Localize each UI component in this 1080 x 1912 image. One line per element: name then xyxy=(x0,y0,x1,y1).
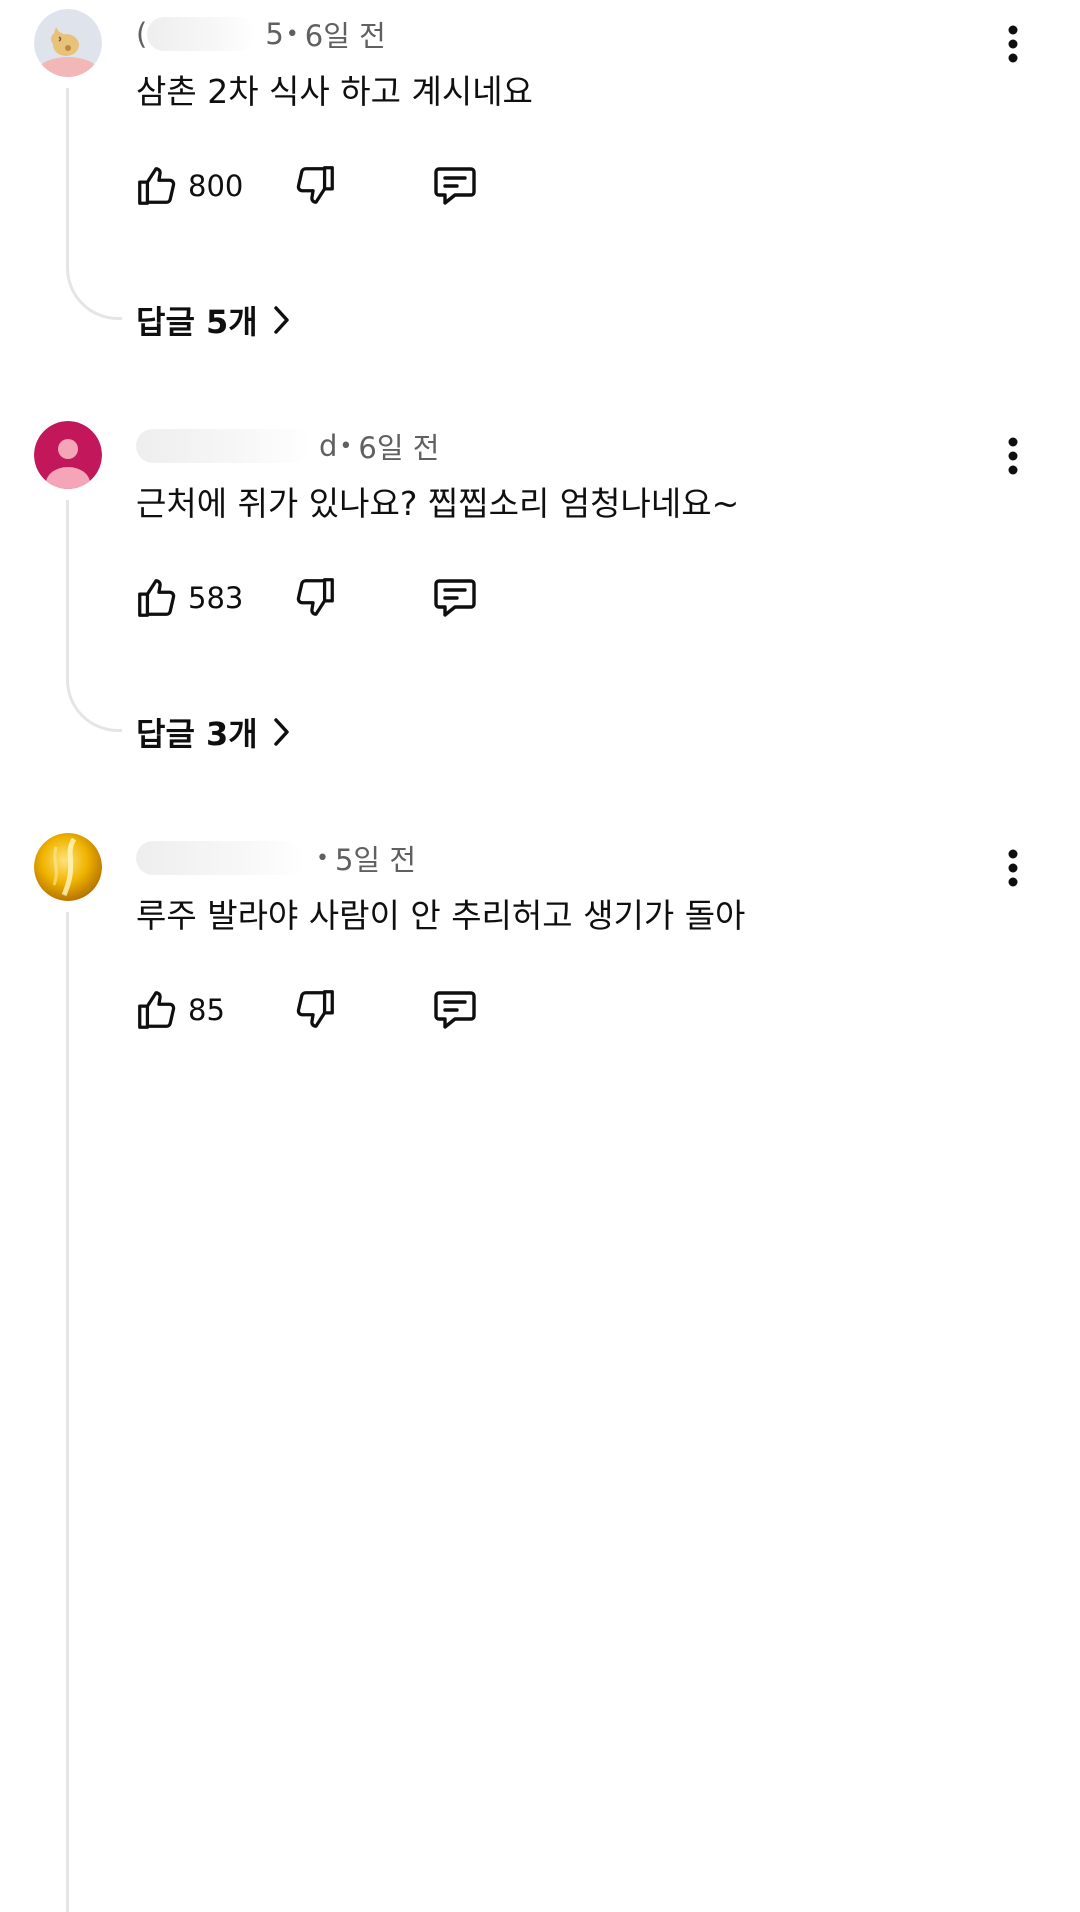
more-vert-icon xyxy=(1008,437,1018,475)
thumbs-down-icon xyxy=(296,578,334,616)
avatar[interactable] xyxy=(34,833,102,901)
like-count: 85 xyxy=(188,993,225,1027)
comment-text: 근처에 쥐가 있나요? 찝찝소리 엄청나네요~ xyxy=(136,484,740,523)
comment-actions: 583 xyxy=(134,572,534,624)
like-count: 800 xyxy=(188,169,244,203)
comment-icon xyxy=(434,167,476,205)
dislike-button[interactable] xyxy=(292,574,342,624)
comment-time: 6일 전 xyxy=(358,431,440,465)
reply-button[interactable] xyxy=(430,986,482,1036)
author-handle-suffix[interactable]: d xyxy=(319,429,337,463)
thumbs-down-icon xyxy=(296,990,334,1028)
gold-avatar-icon xyxy=(34,833,102,901)
default-user-icon xyxy=(34,421,102,489)
dislike-button[interactable] xyxy=(292,162,342,212)
thumbs-down-icon xyxy=(296,166,334,204)
comment-time: 5일 전 xyxy=(334,843,417,877)
like-count: 583 xyxy=(188,581,244,615)
replies-label: 답글 3개 xyxy=(136,715,258,753)
author-handle-redacted xyxy=(136,429,311,463)
comment-meta: ( 5 • 6일 전 xyxy=(136,14,386,54)
comment-item: • 5일 전 루주 발라야 사람이 안 추리허고 생기가 돌아 85 xyxy=(0,824,1080,1912)
more-options-button[interactable] xyxy=(996,846,1030,890)
more-vert-icon xyxy=(1008,25,1018,63)
chevron-right-icon xyxy=(273,718,289,746)
more-options-button[interactable] xyxy=(996,22,1030,66)
like-button[interactable]: 85 xyxy=(134,984,225,1036)
comment-meta: • 5일 전 xyxy=(136,838,416,878)
reply-button[interactable] xyxy=(430,574,482,624)
author-handle-redacted xyxy=(136,841,306,875)
comment-meta: d • 6일 전 xyxy=(136,426,439,466)
view-replies-button[interactable]: 답글 5개 xyxy=(136,296,292,344)
comment-text: 루주 발라야 사람이 안 추리허고 생기가 돌아 xyxy=(136,896,746,935)
chevron-right-icon xyxy=(273,306,289,334)
comment-item: d • 6일 전 근처에 쥐가 있나요? 찝찝소리 엄청나네요~ 583 답글 … xyxy=(0,412,1080,822)
comment-icon xyxy=(434,579,476,617)
avatar[interactable] xyxy=(34,9,102,77)
comment-actions: 800 xyxy=(134,160,534,212)
comment-time: 6일 전 xyxy=(304,19,386,53)
thumbs-up-icon xyxy=(138,167,176,205)
dislike-button[interactable] xyxy=(292,986,342,1036)
meta-separator: • xyxy=(316,845,329,871)
author-handle-suffix[interactable]: 5 xyxy=(265,17,283,51)
thumbs-up-icon xyxy=(138,991,176,1029)
thread-line xyxy=(66,912,122,1912)
comment-item: ( 5 • 6일 전 삼촌 2차 식사 하고 계시네요 800 답글 5개 xyxy=(0,0,1080,410)
meta-separator: • xyxy=(339,433,353,459)
cat-avatar-icon xyxy=(34,9,102,77)
meta-separator: • xyxy=(285,21,299,47)
author-handle-redacted xyxy=(147,17,258,51)
replies-label: 답글 5개 xyxy=(136,303,258,341)
comment-text: 삼촌 2차 식사 하고 계시네요 xyxy=(136,72,533,111)
comment-actions: 85 xyxy=(134,984,534,1036)
more-options-button[interactable] xyxy=(996,434,1030,478)
thumbs-up-icon xyxy=(138,579,176,617)
reply-button[interactable] xyxy=(430,162,482,212)
like-button[interactable]: 583 xyxy=(134,572,243,624)
thread-line xyxy=(66,88,122,320)
thread-line xyxy=(66,500,122,732)
view-replies-button[interactable]: 답글 3개 xyxy=(136,708,292,756)
like-button[interactable]: 800 xyxy=(134,160,243,212)
author-handle[interactable]: ( xyxy=(136,17,147,51)
avatar[interactable] xyxy=(34,421,102,489)
more-vert-icon xyxy=(1008,849,1018,887)
comment-icon xyxy=(434,991,476,1029)
